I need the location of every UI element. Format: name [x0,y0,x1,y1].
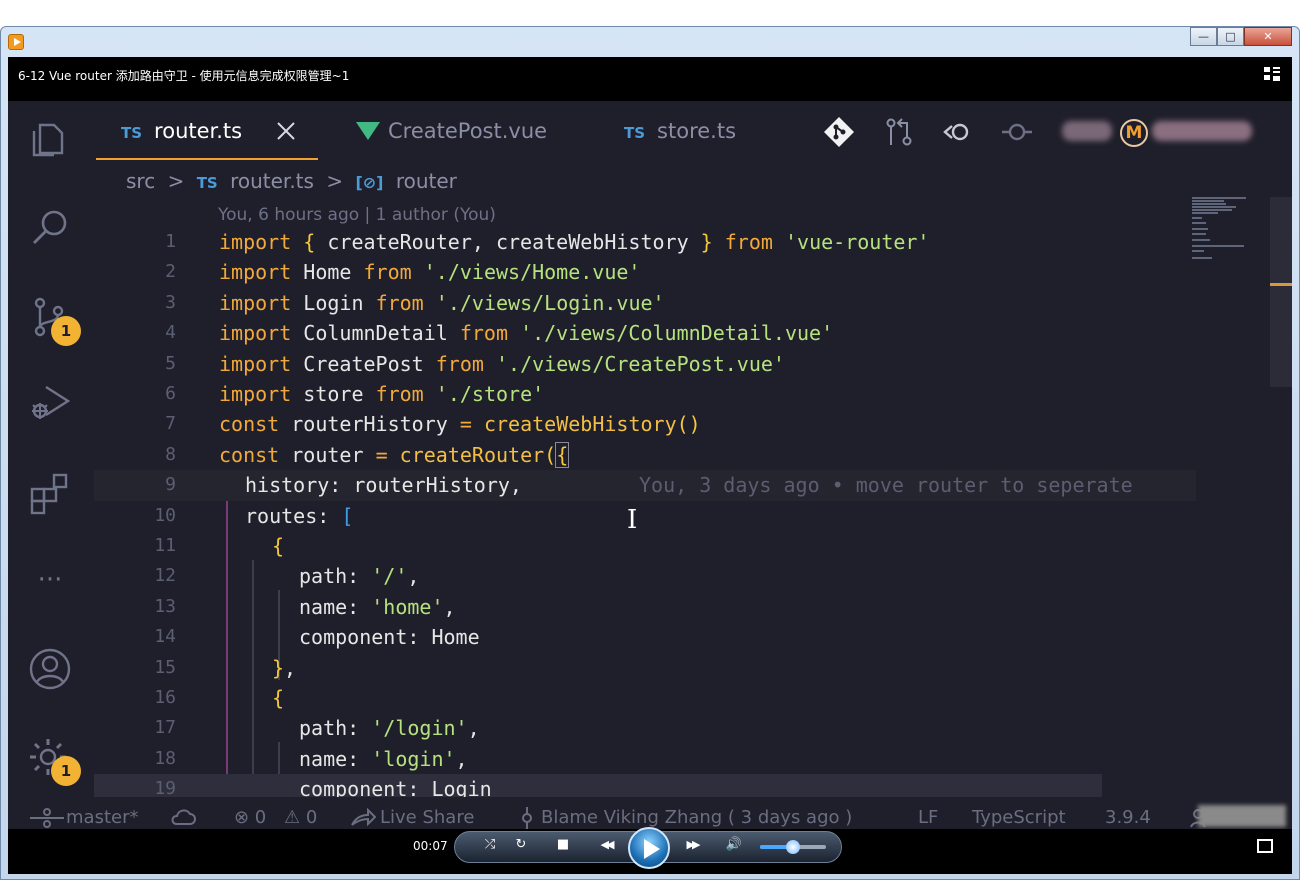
elapsed-time: 00:07 [413,839,448,853]
tab-label: CreatePost.vue [388,119,548,143]
rewind-icon[interactable]: ◀◀ [590,836,622,854]
layout-switch-icon[interactable] [1264,67,1280,81]
code-line: 2 import Home from './views/Home.vue' [165,260,641,285]
settings-badge: 1 [51,756,81,786]
cloud-sync-icon[interactable] [170,807,196,829]
blurred-icon [1152,121,1252,141]
player-controls: 00:07 ⤮ ↻ ■ ◀◀ ▶▶ 🔊 [8,827,1292,874]
shuffle-icon[interactable]: ⤮ [480,836,500,854]
vertical-scrollbar[interactable] [1270,197,1292,387]
repeat-icon[interactable]: ↻ [511,836,531,854]
run-debug-icon[interactable] [28,381,72,425]
account-icon[interactable] [28,647,72,691]
code-line: 3 import Login from './views/Login.vue' [165,290,665,315]
next-change-icon[interactable] [1000,115,1034,149]
breadcrumb-separator: > [167,169,185,193]
code-line: 10 routes: [ [154,503,354,528]
explorer-icon[interactable] [28,117,72,161]
volume-slider[interactable] [760,840,826,854]
branch-status[interactable]: master* [66,807,138,828]
vue-icon [356,122,380,140]
breadcrumb-folder[interactable]: src [126,169,155,193]
extension-m-icon[interactable]: M [1120,119,1148,147]
blame-status[interactable]: Blame Viking Zhang ( 3 days ago ) [541,807,852,828]
typescript-icon: TS [196,174,218,192]
window-controls: — □ ✕ [1190,27,1292,46]
activity-bar: 1 ··· 1 [8,101,94,829]
live-share-status[interactable]: Live Share [380,807,474,828]
code-line: 18 name: 'login', [154,746,468,771]
symbol-variable-icon: [⊘] [355,173,384,192]
maximize-button[interactable]: □ [1217,27,1244,46]
code-line-current: 9 history: routerHistory, You, 3 days ago … [94,470,1196,501]
breadcrumb-symbol[interactable]: router [396,169,457,193]
video-frame[interactable]: 1 ··· 1 TS router.ts CreatePost.vue TS s… [8,101,1292,829]
breadcrumb: src > TS router.ts > [⊘] router [126,169,463,193]
video-title: 6-12 Vue router 添加路由守卫 - 使用元信息完成权限管理~1 [18,69,350,83]
code-line: 17 path: '/login', [154,716,480,741]
app-icon [8,34,24,50]
fast-forward-icon[interactable]: ▶▶ [676,836,708,854]
breadcrumb-separator: > [326,169,344,193]
code-line: 14 component: Home [154,625,480,650]
typescript-icon: TS [121,124,143,142]
errors-status[interactable]: ⊗ 0 [234,807,266,828]
typescript-icon: TS [624,124,646,142]
code-editor[interactable]: 1 import { createRouter, createWebHistory… [94,227,1196,797]
codelens-blame[interactable]: You, 6 hours ago | 1 author (You) [218,205,496,225]
code-line: 19 component: Login [94,774,1102,797]
text-cursor-icon: I [627,505,638,535]
more-icon[interactable]: ··· [28,567,72,611]
breadcrumb-file[interactable]: router.ts [230,169,314,193]
branch-icon [30,807,64,829]
source-control-badge: 1 [51,316,81,346]
code-line: 16{ [154,686,285,710]
scrollbar-marker [1270,283,1292,286]
code-line: 5 import CreatePost from './views/CreateP… [165,351,785,376]
code-line: 13 name: 'home', [154,594,456,619]
tab-label: router.ts [154,119,243,143]
status-bar: master* ⊗ 0 ⚠ 0 Live Share Blame Viking … [8,805,1292,829]
language-status[interactable]: TypeScript [972,807,1066,828]
code-line: 7 const routerHistory = createWebHistory(… [165,412,701,437]
blurred-icon [1062,121,1112,141]
editor-tab-bar: TS router.ts CreatePost.vue TS store.ts [94,101,1292,161]
fullscreen-icon[interactable] [1257,839,1273,853]
live-share-icon[interactable] [350,807,377,829]
inline-blame-annotation: You, 3 days ago • move router to seperat… [639,473,1133,498]
code-line: 6 import store from './store' [165,382,545,406]
close-button[interactable]: ✕ [1244,27,1292,46]
play-button[interactable] [628,827,670,869]
eol-status[interactable]: LF [918,807,938,828]
tab-store-ts[interactable]: TS store.ts [624,119,736,159]
minimap[interactable] [1192,195,1268,275]
volume-icon[interactable]: 🔊 [724,836,744,854]
tab-label: store.ts [657,119,737,143]
code-line: 1 import { createRouter, createWebHistory… [165,230,930,254]
player-title-bar: 6-12 Vue router 添加路由守卫 - 使用元信息完成权限管理~1 [8,57,1292,101]
tab-router-ts[interactable]: TS router.ts [121,119,242,159]
code-line: 4 import ColumnDetail from './views/Colum… [165,321,834,346]
previous-change-icon[interactable] [940,115,974,149]
blurred-region [1198,805,1286,827]
code-line: 12 path: '/', [154,564,420,589]
git-icon[interactable] [822,115,856,149]
tab-createpost-vue[interactable]: CreatePost.vue [356,119,547,159]
code-line: 11{ [154,534,285,558]
stop-icon[interactable]: ■ [553,836,573,854]
commit-icon [518,807,536,829]
active-tab-indicator [96,158,318,160]
warnings-status[interactable]: ⚠ 0 [284,807,317,828]
search-icon[interactable] [28,205,72,249]
extensions-icon[interactable] [28,471,72,515]
minimize-button[interactable]: — [1190,27,1217,46]
video-player: 6-12 Vue router 添加路由守卫 - 使用元信息完成权限管理~1 1 [8,57,1292,874]
code-line: 15}, [154,655,297,680]
close-tab-icon[interactable] [274,119,298,143]
compare-changes-icon[interactable] [882,115,916,149]
code-line: 8 const router = createRouter({ [165,441,570,468]
volume-knob[interactable] [786,840,800,854]
version-status[interactable]: 3.9.4 [1105,807,1151,828]
